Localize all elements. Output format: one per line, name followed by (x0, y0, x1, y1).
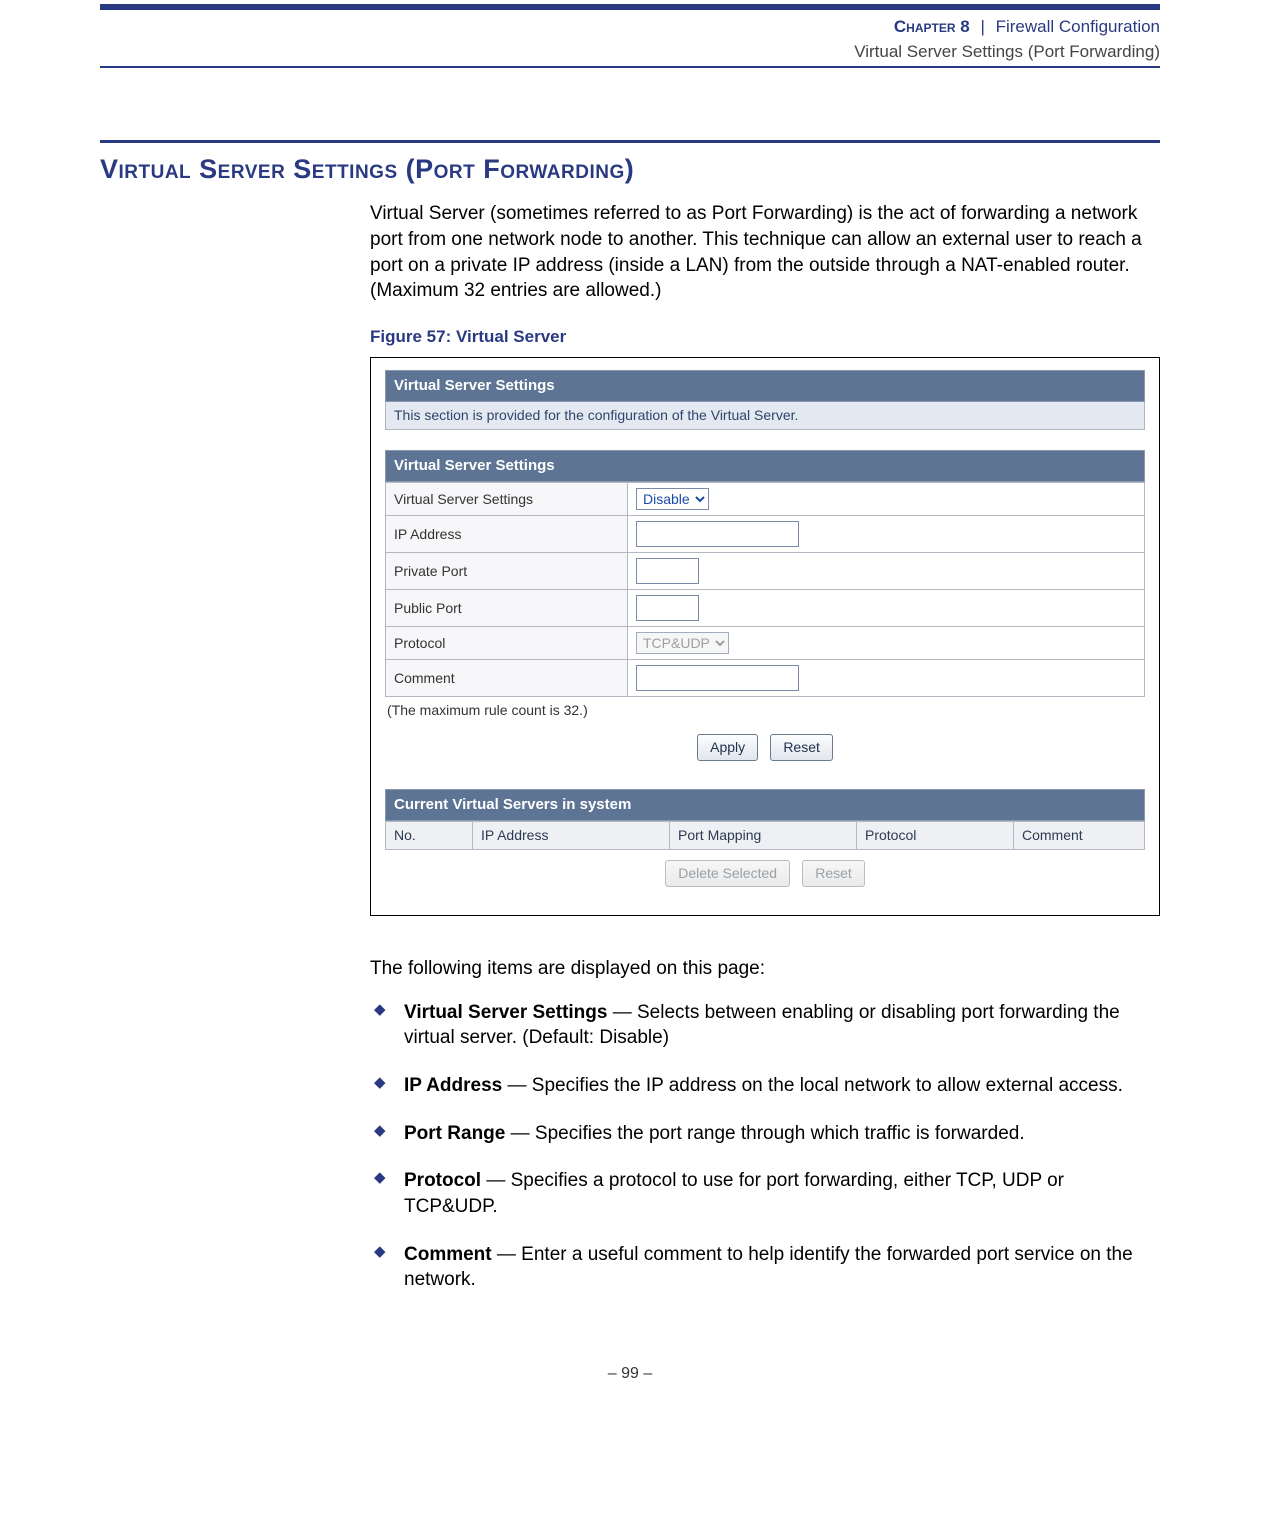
item-term: Port Range (404, 1123, 505, 1144)
label-comment: Comment (386, 660, 628, 697)
section-rule (100, 140, 1160, 143)
label-vss: Virtual Server Settings (386, 483, 628, 516)
current-table-header: No. IP Address Port Mapping Protocol Com… (385, 821, 1145, 850)
chapter-prefix: Chapter 8 (894, 17, 970, 36)
row-public-port: Public Port (386, 590, 1145, 627)
max-rule-note: (The maximum rule count is 32.) (385, 697, 1145, 724)
panel-header-2: Virtual Server Settings (385, 450, 1145, 482)
protocol-select[interactable]: TCP&UDP (636, 632, 729, 654)
list-item: Virtual Server Settings — Selects betwee… (370, 1000, 1160, 1051)
panel-header-1: Virtual Server Settings (385, 370, 1145, 402)
list-item: IP Address — Specifies the IP address on… (370, 1073, 1160, 1099)
ip-input[interactable] (636, 521, 799, 547)
figure-caption: Figure 57: Virtual Server (370, 326, 1160, 349)
apply-button[interactable]: Apply (697, 734, 758, 761)
public-port-input[interactable] (636, 595, 699, 621)
row-private-port: Private Port (386, 553, 1145, 590)
col-port-mapping: Port Mapping (670, 822, 857, 850)
vss-select[interactable]: Disable (636, 488, 709, 510)
list-item: Protocol — Specifies a protocol to use f… (370, 1168, 1160, 1219)
settings-table: Virtual Server Settings Disable IP Addre… (385, 482, 1145, 697)
col-no: No. (386, 822, 473, 850)
label-public-port: Public Port (386, 590, 628, 627)
row-vss: Virtual Server Settings Disable (386, 483, 1145, 516)
item-term: Protocol (404, 1170, 481, 1191)
delete-selected-button[interactable]: Delete Selected (665, 860, 790, 887)
col-comment: Comment (1014, 822, 1145, 850)
item-term: IP Address (404, 1075, 502, 1096)
private-port-input[interactable] (636, 558, 699, 584)
comment-input[interactable] (636, 665, 799, 691)
item-desc: — Specifies a protocol to use for port f… (404, 1170, 1064, 1217)
page-number: – 99 – (100, 1363, 1160, 1385)
items-list: Virtual Server Settings — Selects betwee… (370, 1000, 1160, 1293)
col-ip: IP Address (473, 822, 670, 850)
row-ip: IP Address (386, 516, 1145, 553)
chapter-title: Firewall Configuration (996, 17, 1160, 36)
reset2-button[interactable]: Reset (802, 860, 865, 887)
page-header: Chapter 8 | Firewall Configuration Virtu… (100, 10, 1160, 68)
label-private-port: Private Port (386, 553, 628, 590)
label-protocol: Protocol (386, 627, 628, 660)
item-term: Virtual Server Settings (404, 1002, 607, 1023)
reset-button[interactable]: Reset (770, 734, 833, 761)
figure-box: Virtual Server Settings This section is … (370, 357, 1160, 916)
row-comment: Comment (386, 660, 1145, 697)
list-item: Port Range — Specifies the port range th… (370, 1121, 1160, 1147)
row-protocol: Protocol TCP&UDP (386, 627, 1145, 660)
chapter-subtitle: Virtual Server Settings (Port Forwarding… (100, 39, 1160, 64)
label-ip: IP Address (386, 516, 628, 553)
item-term: Comment (404, 1244, 492, 1265)
item-desc: — Specifies the IP address on the local … (502, 1075, 1123, 1096)
section-title: Virtual Server Settings (Port Forwarding… (100, 151, 1160, 187)
list-item: Comment — Enter a useful comment to help… (370, 1242, 1160, 1293)
intro-paragraph: Virtual Server (sometimes referred to as… (370, 201, 1160, 304)
panel-header-current: Current Virtual Servers in system (385, 789, 1145, 821)
header-separator: | (974, 17, 990, 36)
items-lead: The following items are displayed on thi… (370, 956, 1160, 982)
col-protocol: Protocol (857, 822, 1014, 850)
item-desc: — Enter a useful comment to help identif… (404, 1244, 1133, 1291)
item-desc: — Specifies the port range through which… (505, 1123, 1024, 1144)
panel-desc: This section is provided for the configu… (385, 402, 1145, 430)
